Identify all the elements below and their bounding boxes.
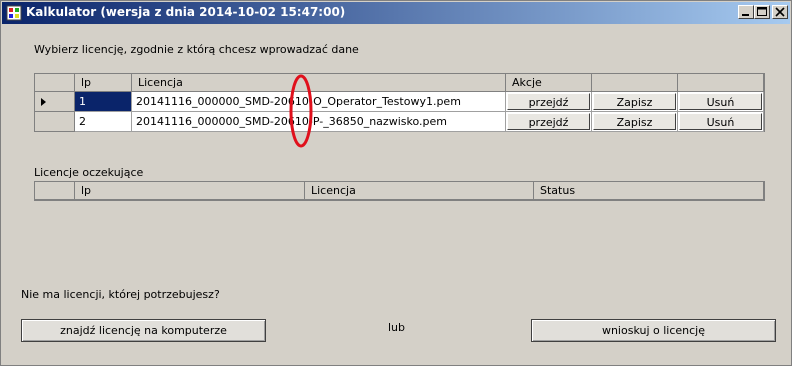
window-title: Kalkulator (wersja z dnia 2014-10-02 15:… — [26, 5, 346, 19]
table-cell-go: przejdź — [506, 92, 592, 112]
request-license-button[interactable]: wnioskuj o licencję — [531, 319, 776, 342]
minimize-button[interactable] — [738, 5, 754, 19]
maximize-icon — [757, 7, 767, 16]
column-header-license[interactable]: Licencja — [305, 182, 534, 200]
column-header-delete[interactable] — [678, 74, 764, 92]
table-cell-delete: Usuń — [678, 112, 764, 132]
find-license-button[interactable]: znajdź licencję na komputerze — [21, 319, 266, 342]
app-icon — [6, 5, 22, 21]
row-header-2[interactable] — [35, 112, 75, 132]
annotation-ellipse — [289, 74, 313, 148]
table-cell-go: przejdź — [506, 112, 592, 132]
close-icon — [775, 7, 785, 17]
go-button[interactable]: przejdź — [507, 93, 590, 110]
pending-licenses-label: Licencje oczekujące — [34, 166, 144, 179]
close-button[interactable] — [772, 5, 788, 19]
table-cell-license[interactable]: 20141116_000000_SMD-20610-P-_36850_nazwi… — [132, 112, 506, 132]
missing-license-question: Nie ma licencji, której potrzebujesz? — [21, 288, 220, 301]
pending-licenses-grid: lp Licencja Status — [34, 181, 765, 201]
maximize-button[interactable] — [754, 5, 770, 19]
table-cell-save: Zapisz — [592, 112, 678, 132]
or-label: lub — [388, 321, 406, 334]
main-window: Kalkulator (wersja z dnia 2014-10-02 15:… — [0, 0, 792, 366]
licenses-grid: lp Licencja Akcje 1 20141116_000000_SMD-… — [34, 73, 765, 132]
table-cell-license[interactable]: 20141116_000000_SMD-20610-O_Operator_Tes… — [132, 92, 506, 112]
column-header-lp[interactable]: lp — [75, 182, 305, 200]
column-header-license[interactable]: Licencja — [132, 74, 506, 92]
table-cell-delete: Usuń — [678, 92, 764, 112]
delete-button[interactable]: Usuń — [679, 93, 762, 110]
grid-corner-header — [35, 182, 75, 200]
column-header-actions[interactable]: Akcje — [506, 74, 592, 92]
column-header-save[interactable] — [592, 74, 678, 92]
row-header-1[interactable] — [35, 92, 75, 112]
table-cell-save: Zapisz — [592, 92, 678, 112]
current-row-arrow-icon — [41, 98, 46, 106]
go-button[interactable]: przejdź — [507, 113, 590, 130]
table-cell-lp[interactable]: 1 — [75, 92, 132, 112]
title-bar[interactable]: Kalkulator (wersja z dnia 2014-10-02 15:… — [2, 2, 790, 24]
column-header-status[interactable]: Status — [534, 182, 764, 200]
delete-button[interactable]: Usuń — [679, 113, 762, 130]
save-button[interactable]: Zapisz — [593, 93, 676, 110]
save-button[interactable]: Zapisz — [593, 113, 676, 130]
table-cell-lp[interactable]: 2 — [75, 112, 132, 132]
instruction-label: Wybierz licencję, zgodnie z którą chcesz… — [34, 43, 359, 56]
grid-corner-header — [35, 74, 75, 92]
minimize-icon — [742, 14, 749, 16]
column-header-lp[interactable]: lp — [75, 74, 132, 92]
